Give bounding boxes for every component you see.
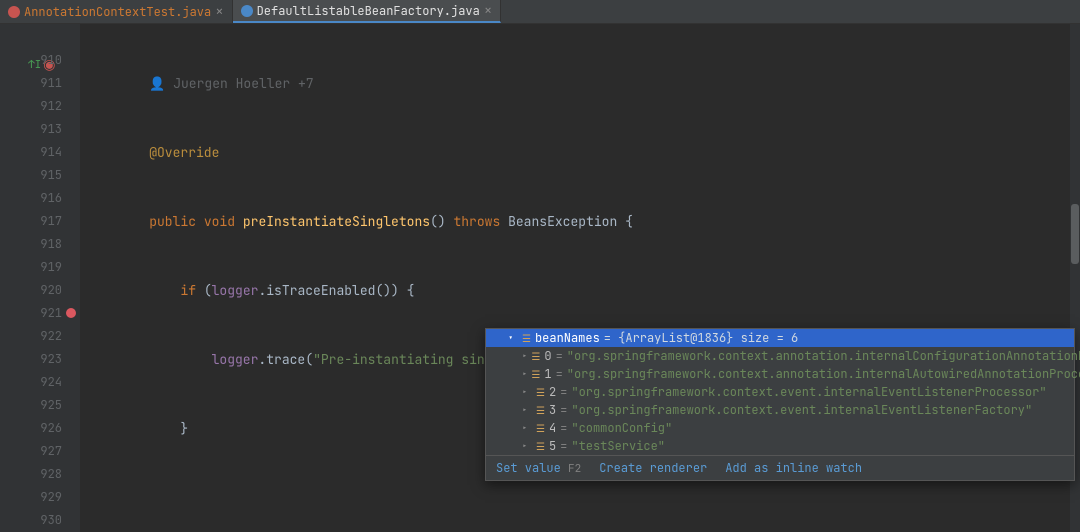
chevron-right-icon[interactable]: ▸: [522, 404, 532, 416]
chevron-right-icon[interactable]: ▸: [522, 350, 527, 362]
debug-popup-footer: Set value F2 Create renderer Add as inli…: [486, 455, 1074, 480]
debug-item-row[interactable]: ▸ ☰ 0 = "org.springframework.context.ann…: [486, 347, 1074, 365]
gutter-line: 925: [0, 394, 62, 417]
debug-root-row[interactable]: ▾ ☰ beanNames = {ArrayList@1836} size = …: [486, 329, 1074, 347]
debug-value: "org.springframework.context.annotation.…: [567, 348, 1080, 364]
debug-value: "org.springframework.context.annotation.…: [567, 366, 1080, 382]
debug-item-row[interactable]: ▸ ☰ 3 = "org.springframework.context.eve…: [486, 401, 1074, 419]
gutter-line: 928: [0, 463, 62, 486]
gutter-line: 916: [0, 187, 62, 210]
line-gutter[interactable]: ↑I ◉ 910 911 912 913 914 915 916 917 918…: [0, 24, 80, 532]
shortcut-hint: F2: [568, 462, 581, 476]
debug-index: 5: [549, 438, 556, 454]
list-icon: ☰: [531, 350, 540, 363]
gutter-line: 923: [0, 348, 62, 371]
set-value-action[interactable]: Set value: [496, 460, 561, 476]
add-inline-watch-action[interactable]: Add as inline watch: [725, 460, 862, 476]
chevron-right-icon[interactable]: ▸: [522, 386, 532, 398]
gutter-line: 927: [0, 440, 62, 463]
gutter-line: 930: [0, 509, 62, 532]
gutter-line: 924: [0, 371, 62, 394]
method-name: preInstantiateSingletons: [243, 213, 430, 230]
editor-tabs: AnnotationContextTest.java × DefaultList…: [0, 0, 1080, 24]
breakpoint-icon[interactable]: [66, 308, 76, 318]
chevron-right-icon[interactable]: ▸: [522, 440, 532, 452]
gutter-line: 929: [0, 486, 62, 509]
list-icon: ☰: [536, 404, 545, 417]
list-icon: ☰: [536, 422, 545, 435]
debug-item-row[interactable]: ▸ ☰ 5 = "testService": [486, 437, 1074, 455]
debug-value: "org.springframework.context.event.inter…: [571, 402, 1032, 418]
gutter-line: 922: [0, 325, 62, 348]
debug-index: 1: [544, 366, 551, 382]
gutter-line: 921: [0, 302, 62, 325]
debug-value: "org.springframework.context.event.inter…: [571, 384, 1046, 400]
gutter-line: 919: [0, 256, 62, 279]
gutter-line: 912: [0, 95, 62, 118]
debug-index: 2: [549, 384, 556, 400]
debug-index: 3: [549, 402, 556, 418]
debug-item-row[interactable]: ▸ ☰ 2 = "org.springframework.context.eve…: [486, 383, 1074, 401]
debug-var-name: beanNames: [535, 330, 600, 346]
chevron-down-icon[interactable]: ▾: [508, 332, 518, 344]
tab-annotationcontexttest[interactable]: AnnotationContextTest.java ×: [0, 0, 233, 23]
list-icon: ☰: [522, 332, 531, 345]
kw: throws: [453, 213, 500, 230]
gutter-line: 915: [0, 164, 62, 187]
debug-item-row[interactable]: ▸ ☰ 1 = "org.springframework.context.ann…: [486, 365, 1074, 383]
tab-label: DefaultListableBeanFactory.java: [257, 3, 480, 19]
gutter-line: 913: [0, 118, 62, 141]
type: BeansException: [508, 213, 617, 230]
gutter-line: 920: [0, 279, 62, 302]
create-renderer-action[interactable]: Create renderer: [599, 460, 707, 476]
tab-label: AnnotationContextTest.java: [24, 4, 211, 20]
list-icon: ☰: [531, 368, 540, 381]
scrollbar-thumb[interactable]: [1071, 204, 1079, 264]
close-icon[interactable]: ×: [215, 3, 223, 21]
debug-value: "commonConfig": [571, 420, 672, 436]
debug-value: "testService": [571, 438, 665, 454]
gutter-line: 926: [0, 417, 62, 440]
field: logger: [212, 282, 259, 299]
kw: if: [180, 282, 196, 299]
method: trace: [266, 351, 305, 368]
close-icon[interactable]: ×: [484, 2, 492, 20]
chevron-right-icon[interactable]: ▸: [522, 422, 532, 434]
debug-index: 4: [549, 420, 556, 436]
kw: void: [204, 213, 235, 230]
list-icon: ☰: [536, 440, 545, 453]
gutter-line: [0, 26, 62, 49]
author-hint: Juergen Hoeller +7: [173, 75, 313, 92]
tab-defaultlistablebeanfactory[interactable]: DefaultListableBeanFactory.java ×: [233, 0, 502, 23]
java-file-icon: [241, 5, 253, 17]
method: isTraceEnabled: [266, 282, 375, 299]
list-icon: ☰: [536, 386, 545, 399]
author-icon: 👤: [118, 75, 173, 92]
gutter-line: 910: [0, 49, 62, 72]
debug-var-detail: = {ArrayList@1836} size = 6: [604, 330, 798, 346]
field: logger: [212, 351, 259, 368]
java-file-icon: [8, 6, 20, 18]
debug-index: 0: [544, 348, 551, 364]
kw: public: [149, 213, 196, 230]
gutter-line: 918: [0, 233, 62, 256]
debug-value-popup[interactable]: ▾ ☰ beanNames = {ArrayList@1836} size = …: [485, 328, 1075, 481]
debug-item-row[interactable]: ▸ ☰ 4 = "commonConfig": [486, 419, 1074, 437]
gutter-line: 914: [0, 141, 62, 164]
annotation: @Override: [149, 144, 219, 161]
gutter-line: 917: [0, 210, 62, 233]
gutter-line: 911: [0, 72, 62, 95]
chevron-right-icon[interactable]: ▸: [522, 368, 527, 380]
